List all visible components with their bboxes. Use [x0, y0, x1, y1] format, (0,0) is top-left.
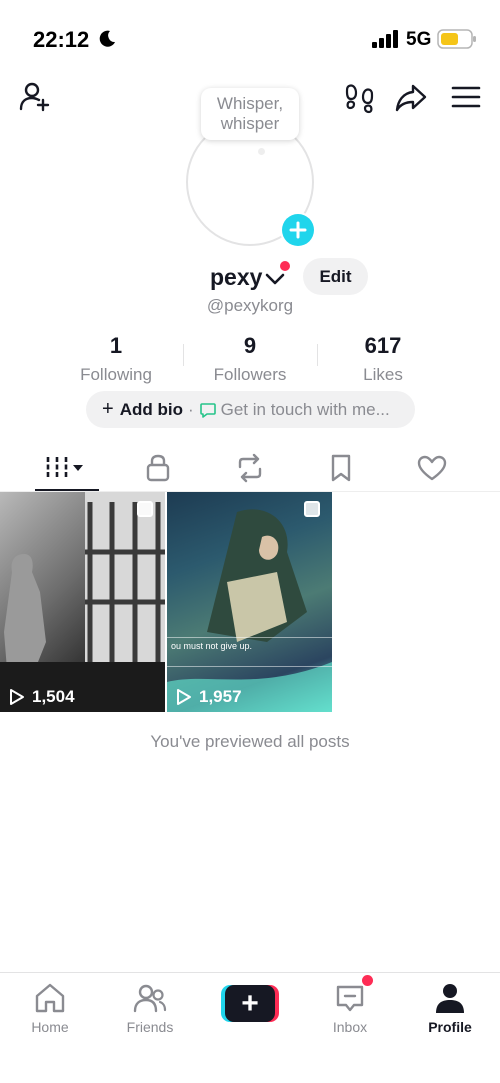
tab-videos[interactable] [35, 446, 99, 490]
following-label: Following [80, 365, 152, 384]
edit-profile-button[interactable]: Edit [303, 258, 368, 295]
likes-count: 617 [364, 333, 402, 358]
nav-inbox-label: Inbox [332, 1019, 368, 1035]
play-count-value: 1,504 [32, 687, 75, 706]
whisper-bubble-tail [258, 148, 265, 155]
chat-bubble-icon [199, 402, 216, 418]
tab-saved[interactable] [309, 446, 373, 490]
whisper-bubble[interactable]: Whisper, whisper [201, 88, 299, 140]
profile-handle: @pexykorg [206, 296, 294, 315]
select-checkbox[interactable] [304, 501, 320, 517]
nav-profile[interactable]: Profile [410, 981, 490, 1035]
bookmark-icon [331, 454, 351, 482]
play-count-value: 1,957 [199, 687, 242, 706]
stat-following[interactable]: 1 Following [56, 333, 176, 385]
select-checkbox[interactable] [137, 501, 153, 517]
add-bio-button[interactable]: Add bio [120, 400, 183, 420]
battery-icon [437, 29, 476, 49]
play-icon [177, 689, 191, 705]
get-in-touch-link[interactable]: Get in touch with me... [221, 400, 390, 420]
menu-icon[interactable] [449, 80, 483, 114]
stat-followers[interactable]: 9 Followers [190, 333, 310, 385]
home-icon [35, 983, 65, 1013]
bio-separator: · [187, 399, 194, 419]
heart-icon [417, 455, 447, 481]
lock-icon [146, 454, 170, 482]
nav-inbox[interactable]: Inbox [310, 981, 390, 1035]
chevron-down-icon[interactable] [264, 268, 286, 288]
repost-icon [238, 453, 262, 483]
status-bar: 22:12 5G [0, 0, 500, 80]
add-avatar-button[interactable] [280, 212, 316, 248]
signal-icon [372, 30, 398, 48]
add-friend-icon[interactable] [18, 80, 52, 114]
tab-private[interactable] [126, 446, 190, 490]
thumbnail-image [167, 509, 332, 712]
thumbnail-image [0, 492, 165, 712]
stat-divider [183, 344, 184, 366]
status-time: 22:12 [33, 27, 90, 52]
moon-icon [99, 30, 115, 47]
nav-home[interactable]: Home [10, 981, 90, 1035]
tab-liked[interactable] [400, 446, 464, 490]
network-type: 5G [406, 29, 432, 50]
footprints-icon[interactable] [343, 80, 377, 114]
add-bio-plus-icon: + [102, 398, 114, 420]
bio-pill[interactable]: + Add bio · Get in touch with me... [86, 391, 415, 428]
video-caption-overlay: ou must not give up. [167, 637, 332, 667]
create-button[interactable]: + [221, 985, 279, 1022]
video-caption: ou must not give up. [171, 641, 253, 651]
friends-icon [133, 984, 167, 1013]
video-thumbnail[interactable]: 1,504 [0, 492, 165, 712]
nav-friends-label: Friends [126, 1019, 174, 1035]
previewed-all-text: You've previewed all posts [150, 732, 350, 751]
stat-likes[interactable]: 617 Likes [323, 333, 443, 385]
likes-label: Likes [363, 365, 403, 384]
create-plus-icon: + [225, 985, 275, 1022]
following-count: 1 [109, 333, 123, 358]
play-count: 1,504 [8, 687, 75, 707]
profile-name[interactable]: pexy [210, 264, 262, 291]
bottom-nav: Home Friends + Inbox Profile [0, 972, 500, 1083]
profile-icon [436, 984, 464, 1013]
inbox-notification-dot [362, 975, 373, 986]
videos-grid-icon [46, 457, 83, 479]
tab-repost[interactable] [218, 446, 282, 490]
notification-dot [280, 261, 290, 271]
stat-divider [317, 344, 318, 366]
play-count: 1,957 [175, 687, 242, 707]
followers-count: 9 [243, 333, 257, 358]
share-arrow-icon[interactable] [394, 80, 428, 114]
video-thumbnail[interactable]: ou must not give up. 1,957 [167, 492, 332, 712]
nav-profile-label: Profile [428, 1019, 472, 1035]
nav-home-label: Home [31, 1019, 69, 1035]
plus-icon [289, 221, 307, 239]
nav-friends[interactable]: Friends [110, 981, 190, 1035]
play-icon [10, 689, 24, 705]
followers-label: Followers [213, 365, 287, 384]
inbox-icon [336, 985, 364, 1012]
